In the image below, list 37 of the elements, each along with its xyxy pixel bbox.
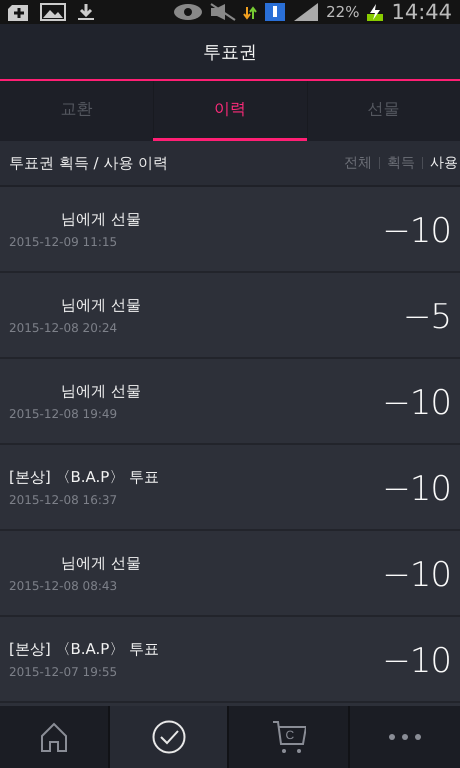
cart-icon bbox=[272, 720, 306, 754]
history-date: 2015-12-08 19:49 bbox=[9, 406, 118, 420]
nav-button[interactable] bbox=[110, 706, 229, 768]
checkmark-circle-icon bbox=[152, 720, 186, 754]
history-date: 2015-12-07 19:55 bbox=[9, 664, 118, 678]
history-date: 2015-12-08 08:43 bbox=[9, 578, 118, 592]
amount: −10 bbox=[382, 386, 451, 420]
signal-icon bbox=[293, 3, 320, 21]
cart-letter: C bbox=[286, 729, 294, 741]
image-icon bbox=[40, 3, 66, 21]
download-icon bbox=[76, 3, 96, 21]
mute-icon bbox=[210, 3, 236, 21]
amount: −10 bbox=[382, 472, 451, 506]
screen-title: 투표권 bbox=[203, 40, 257, 64]
filter-link[interactable]: 사용 bbox=[423, 154, 460, 172]
battery-percentage: 22% bbox=[326, 3, 360, 21]
clock: 14:44 bbox=[391, 0, 452, 24]
eye-icon bbox=[173, 3, 204, 21]
battery-charging-icon bbox=[366, 3, 384, 21]
plus-icon bbox=[8, 3, 30, 21]
history-title: [본상] 〈B.A.P〉 투표 bbox=[9, 468, 160, 486]
history-date: 2015-12-08 16:37 bbox=[9, 492, 118, 506]
history-title: 님에게 선물 bbox=[61, 554, 141, 572]
history-date: 2015-12-09 11:15 bbox=[9, 234, 118, 248]
history-title: 님에게 선물 bbox=[61, 210, 141, 228]
more-icon bbox=[388, 733, 422, 741]
history-title: [본상] 〈B.A.P〉 투표 bbox=[9, 640, 160, 658]
amount: −10 bbox=[382, 558, 451, 592]
amount: −5 bbox=[402, 300, 451, 334]
amount: −10 bbox=[382, 214, 451, 248]
section-title: 투표권 획득 / 사용 이력 bbox=[9, 154, 168, 172]
notification-icon bbox=[264, 3, 286, 21]
history-title: 님에게 선물 bbox=[61, 382, 141, 400]
history-date: 2015-12-08 20:24 bbox=[9, 320, 118, 334]
home-icon bbox=[40, 722, 68, 752]
amount: −10 bbox=[382, 644, 451, 678]
history-title: 님에게 선물 bbox=[61, 296, 141, 314]
